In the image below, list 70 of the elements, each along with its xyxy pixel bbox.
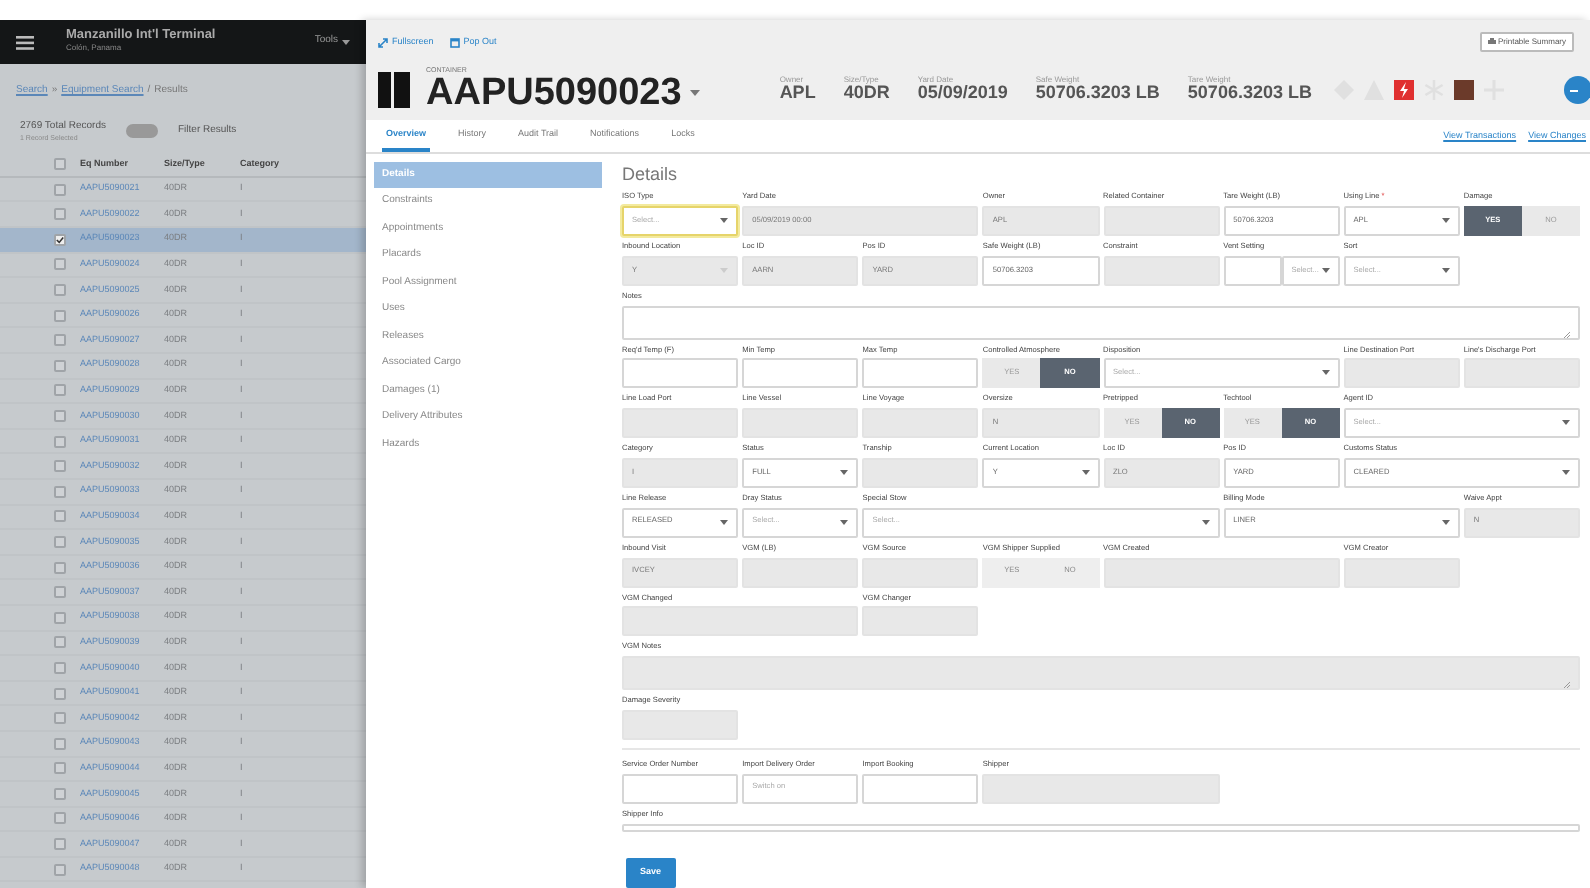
row-checkbox[interactable] <box>54 359 66 372</box>
row-checkbox[interactable] <box>54 586 66 599</box>
caret-icon <box>1562 420 1570 427</box>
row-checkbox[interactable] <box>54 435 66 448</box>
row-checkbox[interactable] <box>54 787 66 800</box>
filter-toggle[interactable] <box>126 124 158 139</box>
row-checkbox[interactable] <box>54 611 66 624</box>
row-checkbox[interactable] <box>54 233 66 246</box>
menu-icon[interactable] <box>16 35 34 49</box>
row-checkbox[interactable] <box>54 208 66 221</box>
caret-icon <box>1562 470 1570 477</box>
row-checkbox[interactable] <box>54 510 66 523</box>
row-checkbox[interactable] <box>54 409 66 422</box>
caret-icon <box>1201 519 1210 526</box>
input-field[interactable] <box>742 358 859 389</box>
row-checkbox[interactable] <box>54 636 66 649</box>
stat-value: APL <box>779 84 816 104</box>
input-field[interactable] <box>1223 255 1282 286</box>
caret-icon <box>342 39 350 45</box>
minus-icon <box>1570 89 1578 91</box>
row-checkbox[interactable] <box>54 535 66 548</box>
input-field[interactable] <box>862 358 979 389</box>
row-checkbox[interactable] <box>54 258 66 271</box>
caret-icon <box>1321 370 1330 377</box>
select-all-checkbox[interactable] <box>54 158 66 171</box>
window-icon <box>449 37 460 47</box>
check-icon <box>56 235 64 244</box>
stat-value: 50706.3203 LB <box>1187 84 1312 104</box>
row-checkbox[interactable] <box>54 737 66 750</box>
text-area[interactable] <box>622 823 1580 832</box>
row-checkbox[interactable] <box>54 485 66 498</box>
row-checkbox[interactable] <box>54 838 66 851</box>
printer-icon <box>1487 38 1496 45</box>
row-checkbox[interactable] <box>54 561 66 574</box>
row-checkbox[interactable] <box>54 384 66 397</box>
caret-icon <box>1321 267 1330 274</box>
container-icon <box>378 72 410 108</box>
section-title: Details <box>622 161 680 188</box>
row-checkbox[interactable] <box>54 863 66 876</box>
row-checkbox[interactable] <box>54 284 66 297</box>
caret-icon <box>840 519 849 526</box>
row-checkbox[interactable] <box>54 183 66 196</box>
row-checkbox[interactable] <box>54 334 66 347</box>
caret-icon <box>1441 218 1450 225</box>
fullscreen-icon <box>378 37 388 47</box>
row-checkbox[interactable] <box>54 812 66 825</box>
add-button[interactable] <box>1564 76 1590 104</box>
resize-icon <box>1564 331 1570 338</box>
input-field[interactable] <box>862 773 979 804</box>
text-area[interactable] <box>622 305 1580 340</box>
row-checkbox[interactable] <box>54 762 66 775</box>
caret-icon <box>720 519 729 526</box>
row-checkbox[interactable] <box>54 309 66 322</box>
row-checkbox[interactable] <box>54 687 66 700</box>
stat-value: 40DR <box>843 84 890 104</box>
resize-icon <box>1564 682 1570 689</box>
row-checkbox[interactable] <box>54 460 66 473</box>
stat-value: 50706.3203 LB <box>1035 84 1160 104</box>
input-field[interactable] <box>622 773 739 804</box>
caret-icon <box>840 470 849 477</box>
container-number: AAPU5090023 <box>426 74 682 113</box>
row-checkbox[interactable] <box>54 661 66 674</box>
caret-icon <box>1441 519 1450 526</box>
caret-icon[interactable] <box>689 90 700 97</box>
caret-icon <box>720 218 729 225</box>
input-field[interactable] <box>622 358 739 389</box>
row-checkbox[interactable] <box>54 712 66 725</box>
stat-value: 05/09/2019 <box>917 84 1008 104</box>
caret-icon <box>1081 470 1089 477</box>
caret-icon <box>1441 267 1450 274</box>
